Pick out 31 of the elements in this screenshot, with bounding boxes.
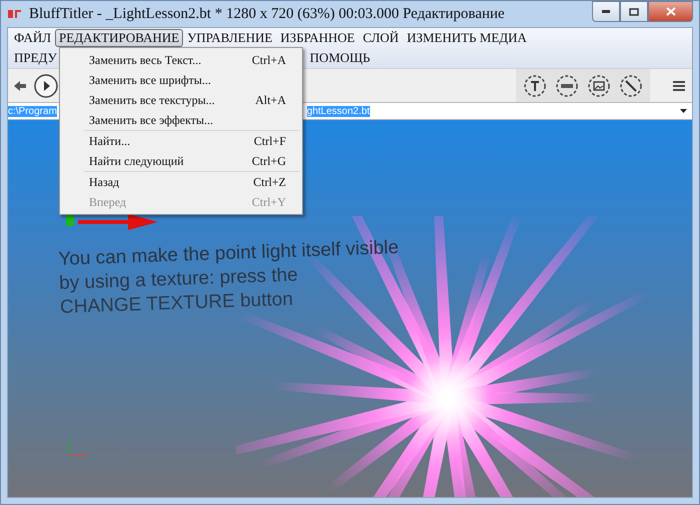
maximize-button[interactable] [620, 1, 648, 22]
menu-item[interactable]: РЕДАКТИРОВАНИЕ [55, 29, 184, 47]
back-arrow-icon[interactable] [14, 80, 26, 90]
text-tool-icon[interactable] [524, 74, 546, 96]
menu-item[interactable]: ФАЙЛ [10, 29, 56, 47]
maximize-icon [629, 8, 639, 16]
menu-icon[interactable] [672, 80, 686, 92]
dropdown-caret-icon[interactable] [680, 109, 687, 113]
menu-item[interactable]: ИЗБРАННОЕ [276, 29, 359, 47]
minimize-button[interactable] [592, 1, 620, 22]
menu-item[interactable]: СЛОЙ [358, 29, 403, 47]
close-icon [666, 7, 676, 16]
close-button[interactable] [648, 1, 693, 22]
app-logo-icon [7, 8, 23, 20]
axis-indicator-icon [66, 437, 88, 457]
menu-item[interactable]: УПРАВЛЕНИЕ [183, 29, 276, 47]
dropdown-menu-item[interactable]: Найти... Ctrl+F [84, 131, 300, 151]
dropdown-menu-item[interactable]: Заменить все шрифты... [62, 70, 300, 90]
dropdown-menu-item[interactable]: Найти следующий Ctrl+G [84, 151, 300, 171]
play-icon[interactable] [34, 74, 58, 98]
scene-text: by using a texture: press the [58, 264, 300, 294]
minimize-icon [602, 10, 610, 13]
window-title: BluffTitler - _LightLesson2.bt * 1280 x 720 (63%) 00:03.000 Редактирование [29, 6, 505, 22]
dropdown-menu-item[interactable]: Назад Ctrl+Z [84, 172, 300, 192]
menu-item[interactable]: ПОМОЩЬ [306, 49, 374, 67]
path-text: ghtLesson2.bt [306, 106, 370, 116]
menu-item[interactable]: ПРЕДУ [10, 49, 61, 67]
menu-item[interactable]: ИЗМЕНИТЬ МЕДИА [402, 29, 531, 47]
path-text: c:\Program [8, 106, 57, 116]
image-tool-icon[interactable] [588, 74, 610, 96]
dropdown-menu-item[interactable]: Заменить весь Текст... Ctrl+A [62, 50, 300, 70]
